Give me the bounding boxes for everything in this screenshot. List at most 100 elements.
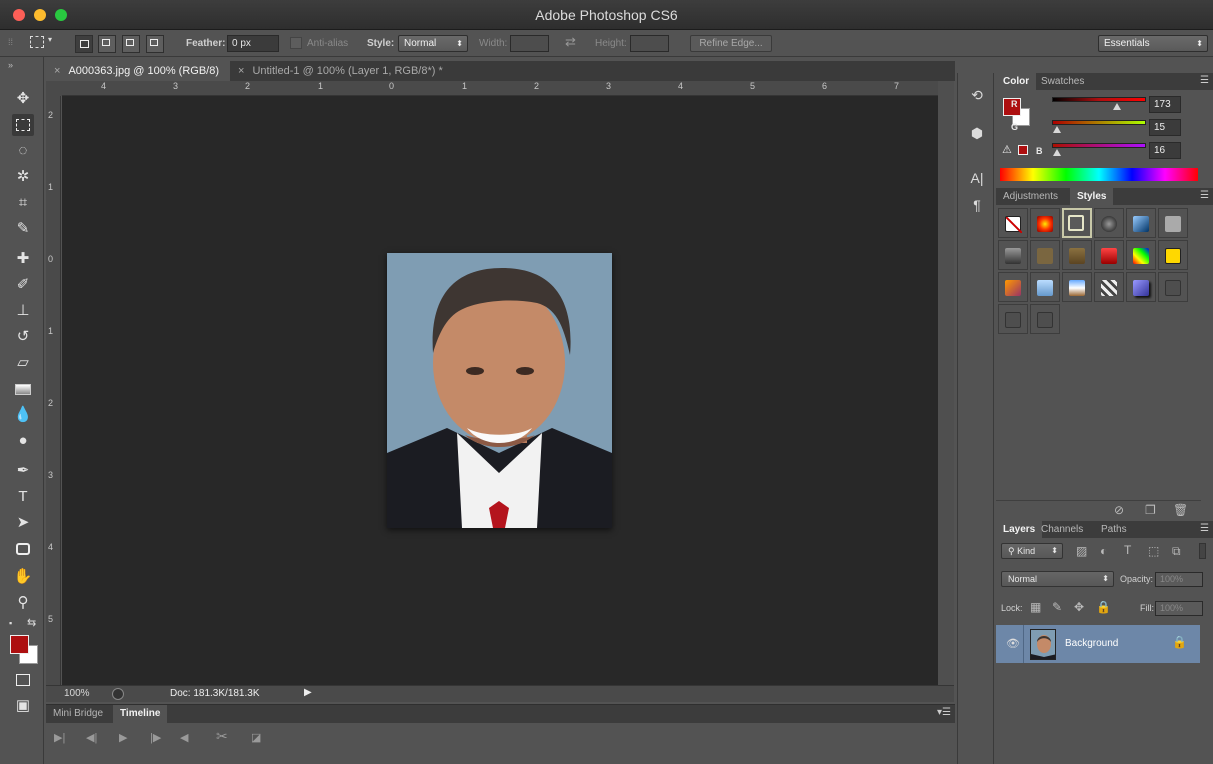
lock-all-icon[interactable]: 🔒 — [1096, 600, 1111, 614]
lasso-tool-icon[interactable]: ◌ — [12, 140, 34, 162]
filter-type-layers-icon[interactable]: T — [1124, 543, 1131, 557]
lock-transparent-pixels-icon[interactable]: ▦ — [1030, 600, 1041, 614]
style-swatch-none[interactable] — [998, 208, 1028, 238]
red-slider-thumb[interactable] — [1113, 103, 1121, 110]
style-swatch[interactable] — [1158, 272, 1188, 302]
ruler-origin[interactable] — [46, 81, 62, 96]
new-style-icon[interactable]: ❐ — [1145, 503, 1156, 517]
status-info-icon[interactable] — [112, 688, 124, 700]
vertical-ruler[interactable]: 2 1 0 1 2 3 4 5 — [46, 96, 61, 685]
subtract-from-selection-button[interactable] — [122, 35, 140, 53]
layer-kind-filter[interactable]: ⚲ Kind ⬍ — [1001, 543, 1063, 559]
style-swatch[interactable] — [1158, 240, 1188, 270]
3d-panel-icon[interactable]: ⬢ — [966, 123, 988, 143]
quick-mask-icon[interactable] — [12, 669, 34, 691]
filter-adjustment-layers-icon[interactable]: ◐ — [1100, 544, 1107, 558]
color-spectrum-ramp[interactable] — [1000, 168, 1198, 181]
split-at-playhead-icon[interactable]: ✂ — [216, 728, 228, 745]
previous-frame-icon[interactable]: ◀| — [86, 731, 97, 744]
gamut-color-chip[interactable] — [1018, 145, 1028, 155]
default-colors-icon[interactable]: ▪ — [9, 618, 12, 628]
delete-style-icon[interactable]: 🗑 — [1173, 503, 1188, 517]
style-swatch[interactable] — [1062, 240, 1092, 270]
style-swatch[interactable] — [1030, 272, 1060, 302]
rectangular-marquee-tool-icon[interactable] — [12, 114, 34, 136]
screen-mode-icon[interactable]: ▣ — [12, 695, 34, 717]
close-tab-icon[interactable]: × — [54, 65, 60, 77]
layer-row-background[interactable]: 👁 Background 🔒 — [996, 625, 1200, 663]
healing-brush-tool-icon[interactable]: ✚ — [12, 248, 34, 270]
eyedropper-tool-icon[interactable]: ✎ — [12, 218, 34, 240]
blue-value-input[interactable]: 16 — [1149, 142, 1181, 159]
blend-mode-select[interactable]: Normal ⬍ — [1001, 571, 1114, 587]
eye-icon[interactable]: 👁 — [1006, 637, 1020, 650]
green-slider[interactable] — [1052, 120, 1146, 125]
tab-document-untitled-1[interactable]: × Untitled-1 @ 100% (Layer 1, RGB/8*) * — [230, 61, 460, 81]
tab-mini-bridge[interactable]: Mini Bridge — [46, 705, 110, 723]
history-panel-icon[interactable]: ⟲ — [966, 85, 988, 105]
workspace-select[interactable]: Essentials ⬍ — [1098, 35, 1208, 52]
filter-pixel-layers-icon[interactable]: ▨ — [1076, 544, 1087, 558]
swap-colors-icon[interactable]: ⇆ — [27, 616, 36, 629]
clear-style-icon[interactable]: ⊘ — [1114, 503, 1124, 517]
style-swatch[interactable] — [1126, 272, 1156, 302]
close-tab-icon[interactable]: × — [238, 65, 244, 77]
style-swatch[interactable] — [1062, 272, 1092, 302]
style-swatch[interactable] — [998, 240, 1028, 270]
paragraph-panel-icon[interactable]: ¶ — [966, 195, 988, 215]
style-swatch[interactable] — [998, 272, 1028, 302]
panel-menu-icon[interactable]: ☰ — [1200, 75, 1209, 86]
clone-stamp-tool-icon[interactable]: ⊥ — [12, 300, 34, 322]
eraser-tool-icon[interactable]: ▱ — [12, 352, 34, 374]
lock-image-pixels-icon[interactable]: ✎ — [1052, 600, 1062, 614]
style-swatch-selected[interactable] — [1062, 208, 1092, 238]
document-image[interactable] — [387, 253, 612, 528]
filter-toggle[interactable] — [1199, 543, 1206, 559]
filter-smart-objects-icon[interactable]: ⧉ — [1172, 544, 1181, 559]
tab-adjustments[interactable]: Adjustments — [996, 188, 1065, 205]
height-input[interactable] — [630, 35, 669, 52]
style-swatch[interactable] — [1094, 272, 1124, 302]
fill-input[interactable]: 100% — [1155, 601, 1203, 616]
history-brush-tool-icon[interactable]: ↺ — [12, 326, 34, 348]
style-swatch[interactable] — [1094, 240, 1124, 270]
width-input[interactable] — [510, 35, 549, 52]
collapse-panel-icon[interactable]: » — [8, 60, 13, 70]
style-swatch[interactable] — [1030, 304, 1060, 334]
feather-input[interactable]: 0 px — [227, 35, 279, 52]
style-swatch[interactable] — [998, 304, 1028, 334]
brush-tool-icon[interactable]: ✐ — [12, 274, 34, 296]
style-swatch[interactable] — [1094, 208, 1124, 238]
transition-icon[interactable]: ◪ — [251, 731, 261, 744]
blue-slider[interactable] — [1052, 143, 1146, 148]
style-swatch[interactable] — [1126, 208, 1156, 238]
antialias-checkbox[interactable] — [290, 37, 302, 49]
out-of-gamut-warning-icon[interactable]: ⚠ — [1002, 143, 1012, 156]
path-selection-tool-icon[interactable]: ➤ — [12, 512, 34, 534]
red-slider[interactable] — [1052, 97, 1146, 102]
type-tool-icon[interactable]: T — [12, 486, 34, 508]
tab-timeline[interactable]: Timeline — [113, 705, 168, 723]
blue-slider-thumb[interactable] — [1053, 149, 1061, 156]
new-selection-button[interactable] — [75, 35, 93, 53]
style-swatch[interactable] — [1158, 208, 1188, 238]
tool-preset-picker[interactable]: ▾ — [28, 34, 56, 53]
green-slider-thumb[interactable] — [1053, 126, 1061, 133]
magic-wand-tool-icon[interactable]: ✲ — [12, 166, 34, 188]
tab-document-a000363[interactable]: × A000363.jpg @ 100% (RGB/8) — [46, 61, 230, 81]
style-swatch[interactable] — [1126, 240, 1156, 270]
green-value-input[interactable]: 15 — [1149, 119, 1181, 136]
gradient-tool-icon[interactable] — [12, 378, 34, 400]
go-to-first-frame-icon[interactable]: ▶| — [54, 731, 65, 744]
status-menu-arrow-icon[interactable]: ▶ — [304, 687, 312, 698]
lock-position-icon[interactable]: ✥ — [1074, 600, 1084, 614]
move-tool-icon[interactable]: ✥ — [12, 88, 34, 110]
pen-tool-icon[interactable]: ✒ — [12, 460, 34, 482]
tab-channels[interactable]: Channels — [1034, 521, 1090, 538]
rectangle-shape-tool-icon[interactable] — [12, 538, 34, 560]
zoom-tool-icon[interactable]: ⚲ — [12, 592, 34, 614]
opacity-input[interactable]: 100% — [1155, 572, 1203, 587]
tab-styles[interactable]: Styles — [1070, 188, 1114, 205]
zoom-level[interactable]: 100% — [64, 688, 90, 699]
style-swatch[interactable] — [1030, 208, 1060, 238]
